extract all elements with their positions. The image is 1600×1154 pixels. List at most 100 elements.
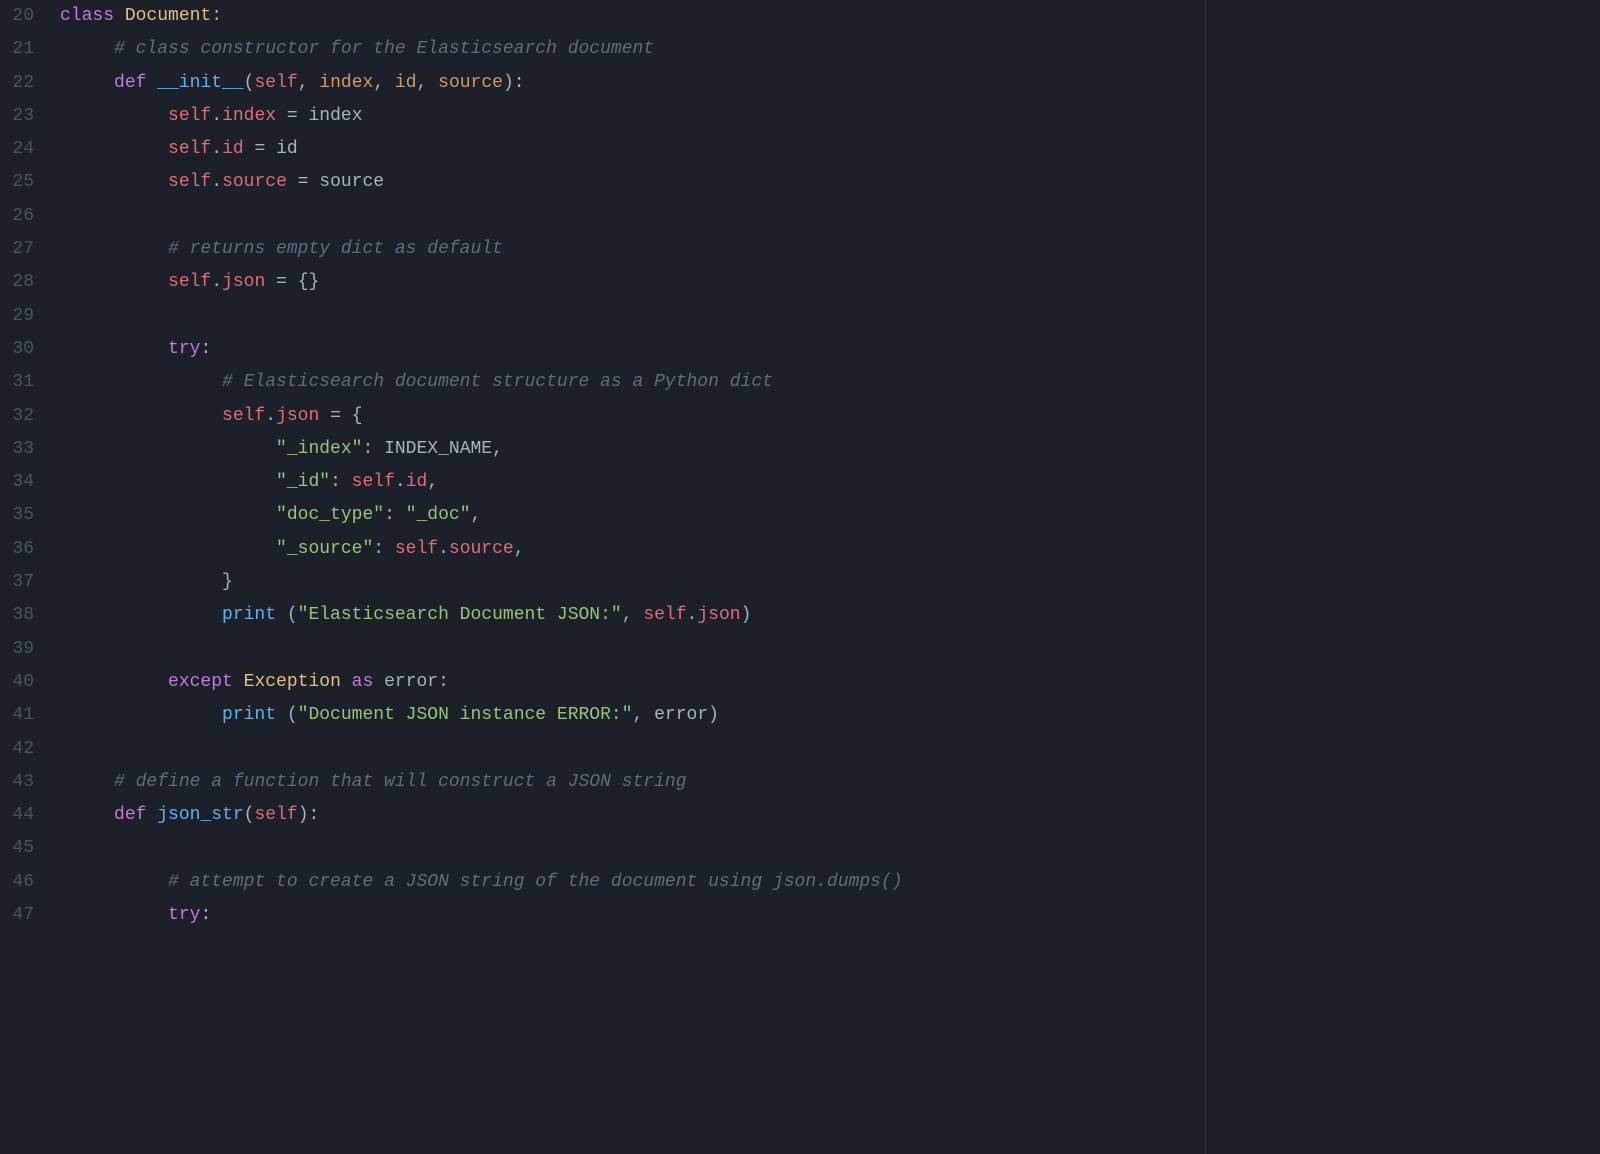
vertical-scrollbar[interactable] xyxy=(1586,0,1600,1154)
line-number: 32 xyxy=(0,400,34,433)
code-line[interactable] xyxy=(60,200,1600,233)
token: : xyxy=(373,539,395,559)
token: # define a function that will construct … xyxy=(114,772,687,792)
token: . xyxy=(438,539,449,559)
code-line[interactable]: self.json = { xyxy=(60,400,1600,433)
line-number: 24 xyxy=(0,133,34,166)
line-number: 37 xyxy=(0,566,34,599)
token: { xyxy=(352,406,363,426)
code-line[interactable] xyxy=(60,300,1600,333)
token: : xyxy=(211,6,222,26)
token: json_str xyxy=(157,805,243,825)
line-number: 39 xyxy=(0,633,34,666)
token: = xyxy=(319,406,351,426)
token: = xyxy=(265,272,297,292)
line-number: 40 xyxy=(0,666,34,699)
token: # attempt to create a JSON string of the… xyxy=(168,872,903,892)
code-line[interactable]: self.index = index xyxy=(60,100,1600,133)
token: index xyxy=(222,106,276,126)
code-line[interactable]: self.json = {} xyxy=(60,266,1600,299)
token: , xyxy=(417,73,439,93)
code-line[interactable]: # Elasticsearch document structure as a … xyxy=(60,366,1600,399)
token: ( xyxy=(276,605,298,625)
token: source xyxy=(438,73,503,93)
token: self xyxy=(254,73,297,93)
code-line[interactable] xyxy=(60,633,1600,666)
token: , xyxy=(298,73,320,93)
token: self xyxy=(168,106,211,126)
token: except xyxy=(168,672,244,692)
code-line[interactable]: print ("Document JSON instance ERROR:", … xyxy=(60,699,1600,732)
line-number: 46 xyxy=(0,866,34,899)
line-number: 30 xyxy=(0,333,34,366)
token: class xyxy=(60,6,125,26)
code-line[interactable] xyxy=(60,733,1600,766)
code-line[interactable]: def json_str(self): xyxy=(60,799,1600,832)
token: . xyxy=(211,139,222,159)
token: = xyxy=(287,172,319,192)
token: : xyxy=(330,472,352,492)
token: self xyxy=(254,805,297,825)
token: : xyxy=(200,905,211,925)
code-line[interactable]: try: xyxy=(60,899,1600,932)
code-line[interactable]: try: xyxy=(60,333,1600,366)
token: self xyxy=(352,472,395,492)
token: : xyxy=(438,672,449,692)
token: id xyxy=(222,139,244,159)
code-line[interactable]: # class constructor for the Elasticsearc… xyxy=(60,33,1600,66)
token: source xyxy=(449,539,514,559)
token: self xyxy=(168,272,211,292)
token: error xyxy=(384,672,438,692)
code-line[interactable]: self.source = source xyxy=(60,166,1600,199)
code-line[interactable]: "_id": self.id, xyxy=(60,466,1600,499)
line-number: 26 xyxy=(0,200,34,233)
token: try xyxy=(168,339,200,359)
line-number: 33 xyxy=(0,433,34,466)
token: __init__ xyxy=(157,73,243,93)
line-number: 36 xyxy=(0,533,34,566)
code-line[interactable] xyxy=(60,832,1600,865)
code-line[interactable]: self.id = id xyxy=(60,133,1600,166)
token: print xyxy=(222,605,276,625)
token: json xyxy=(276,406,319,426)
code-line[interactable]: class Document: xyxy=(60,0,1600,33)
token: , xyxy=(492,439,503,459)
token: = xyxy=(244,139,276,159)
code-line[interactable]: def __init__(self, index, id, source): xyxy=(60,67,1600,100)
token: , xyxy=(471,505,482,525)
code-line[interactable]: "_index": INDEX_NAME, xyxy=(60,433,1600,466)
token: ) xyxy=(708,705,719,725)
line-number: 31 xyxy=(0,366,34,399)
token: self xyxy=(168,139,211,159)
code-line[interactable]: # define a function that will construct … xyxy=(60,766,1600,799)
token: INDEX_NAME xyxy=(384,439,492,459)
token: "_doc" xyxy=(406,505,471,525)
code-line[interactable]: except Exception as error: xyxy=(60,666,1600,699)
token: as xyxy=(341,672,384,692)
code-line[interactable]: print ("Elasticsearch Document JSON:", s… xyxy=(60,599,1600,632)
token: "_id" xyxy=(276,472,330,492)
code-area[interactable]: class Document: # class constructor for … xyxy=(60,0,1600,1154)
column-ruler xyxy=(1205,0,1206,1154)
token: , xyxy=(373,73,395,93)
code-line[interactable]: "_source": self.source, xyxy=(60,533,1600,566)
token: print xyxy=(222,705,276,725)
code-line[interactable]: # returns empty dict as default xyxy=(60,233,1600,266)
line-number: 23 xyxy=(0,100,34,133)
line-number: 22 xyxy=(0,67,34,100)
code-line[interactable]: # attempt to create a JSON string of the… xyxy=(60,866,1600,899)
token: # class constructor for the Elasticsearc… xyxy=(114,39,654,59)
code-line[interactable]: } xyxy=(60,566,1600,599)
line-number: 27 xyxy=(0,233,34,266)
token: , xyxy=(514,539,525,559)
code-editor[interactable]: 2021222324252627282930313233343536373839… xyxy=(0,0,1600,1154)
token: id xyxy=(406,472,428,492)
token: # returns empty dict as default xyxy=(168,239,503,259)
token: index xyxy=(308,106,362,126)
line-number: 34 xyxy=(0,466,34,499)
token: self xyxy=(222,406,265,426)
token: : xyxy=(384,505,406,525)
code-line[interactable]: "doc_type": "_doc", xyxy=(60,499,1600,532)
line-number: 25 xyxy=(0,166,34,199)
token: self xyxy=(643,605,686,625)
